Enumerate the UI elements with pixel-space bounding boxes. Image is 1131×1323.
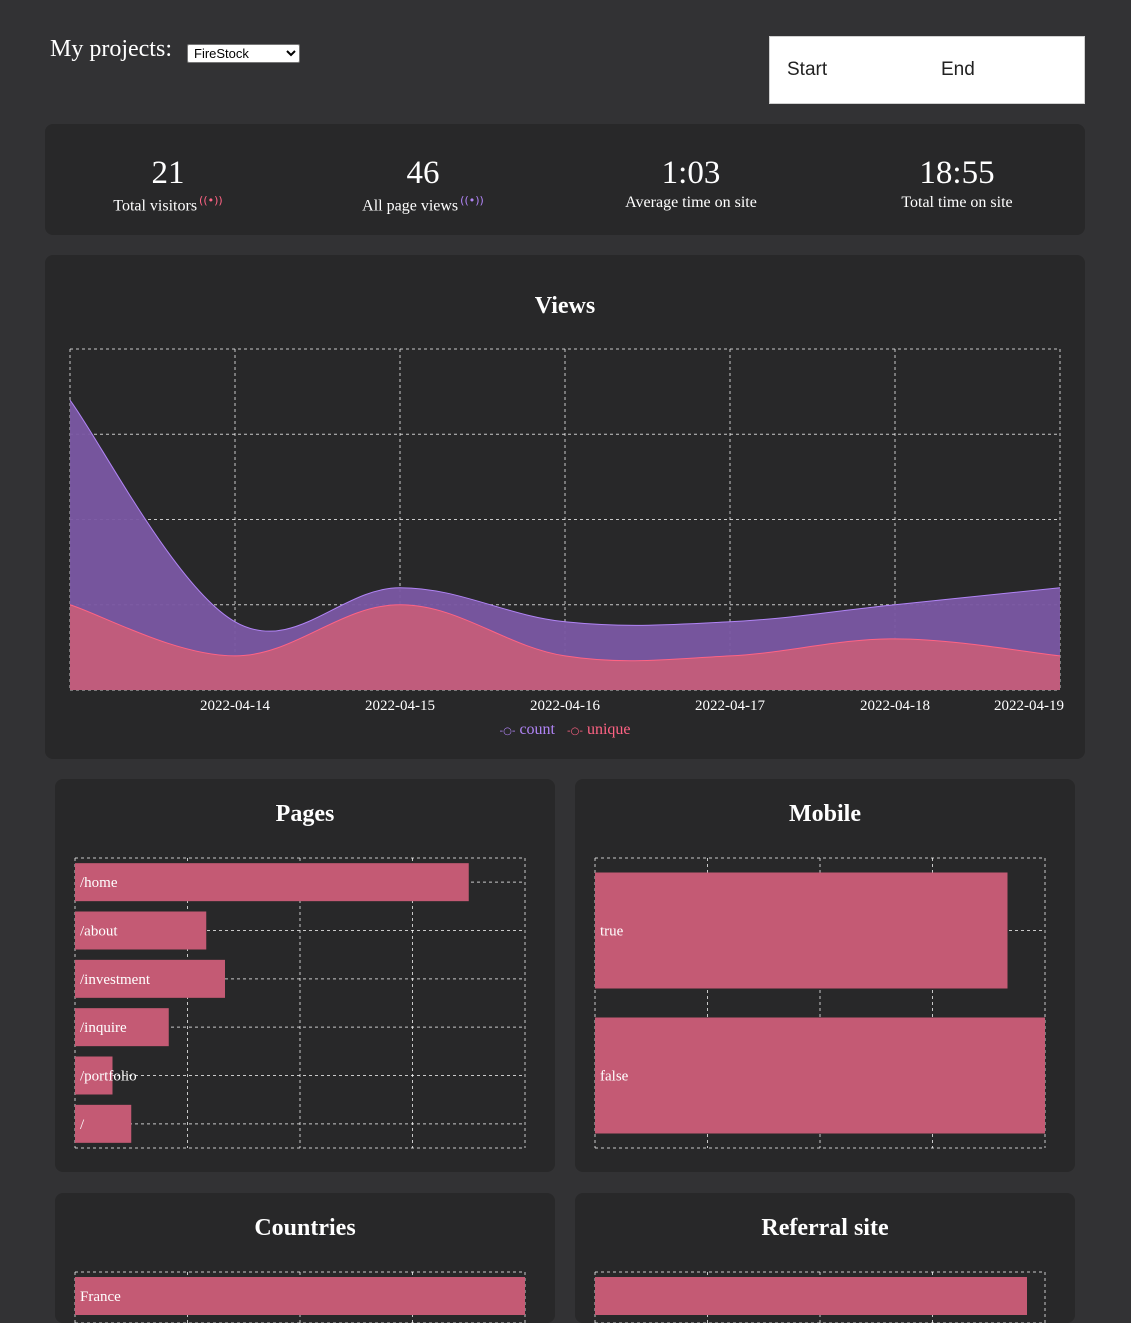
total-time-value: 18:55 [919,155,995,191]
views-legend[interactable]: -○- count -○- unique [45,721,1085,739]
legend-item-count[interactable]: -○- count [500,721,556,738]
x-tick-label: 2022-04-14 [200,698,270,714]
pages-card: Pages /home/about/investment/inquire/por… [55,779,555,1172]
bar-label: true [600,924,624,940]
bar-label: /investment [80,972,151,988]
project-select[interactable]: FireStock [187,44,300,63]
countries-chart: France [74,1271,526,1323]
referral-chart [594,1271,1046,1323]
bar-label: /about [80,924,118,940]
page-views-value: 46 [406,155,440,191]
page-views-stat: 46 All page views ((•)) [303,154,543,215]
avg-time-stat: 1:03 Average time on site [571,154,811,212]
bar-/home [75,863,469,902]
line-marker-icon: -○- [567,726,583,737]
stats-card: 21 Total visitors ((•)) 46 All page views… [45,124,1085,235]
total-time-stat: 18:55 Total time on site [837,154,1077,212]
views-card: Views 2022-04-14 2022-04-15 2022-04-16 2022… [45,255,1085,759]
legend-item-unique[interactable]: -○- unique [567,721,631,738]
bar-France [75,1277,525,1315]
live-signal-icon: ((•)) [460,194,484,207]
bar-label: /inquire [80,1020,127,1036]
page-views-label: All page views [362,197,459,215]
bar-label: /portfolio [80,1069,137,1085]
pages-chart: /home/about/investment/inquire/portfolio… [74,857,526,1149]
total-visitors-stat: 21 Total visitors ((•)) [48,154,288,215]
legend-unique-label: unique [586,721,631,738]
views-chart: 2022-04-14 2022-04-15 2022-04-16 2022-04-17… [69,348,1064,714]
avg-time-label: Average time on site [625,194,757,211]
bar-item [595,1277,1027,1315]
countries-card: Countries France [55,1193,555,1323]
bar-label: /home [80,875,118,891]
page-title: My projects: [50,36,172,62]
total-visitors-label: Total visitors [113,197,198,215]
x-tick-label: 2022-04-18 [860,698,930,714]
referral-card: Referral site [575,1193,1075,1323]
line-marker-icon: -○- [499,726,516,737]
avg-time-value: 1:03 [661,155,721,191]
bar-false [595,1017,1045,1134]
mobile-card: Mobile true false [575,779,1075,1172]
total-time-label: Total time on site [901,194,1013,211]
live-signal-icon: ((•)) [199,194,223,207]
x-tick-label: 2022-04-15 [365,698,435,714]
total-visitors-value: 21 [151,155,185,191]
legend-count-label: count [519,721,555,738]
start-date-field[interactable]: Start [787,59,827,81]
end-date-field[interactable]: End [941,59,975,81]
x-tick-label: 2022-04-19 [994,698,1064,714]
mobile-chart: true false [594,857,1046,1149]
x-tick-label: 2022-04-17 [695,698,765,714]
bar-label: false [600,1069,629,1085]
x-tick-label: 2022-04-16 [530,698,600,714]
date-range-picker[interactable]: Start End [769,36,1085,104]
bar-true [595,872,1008,989]
